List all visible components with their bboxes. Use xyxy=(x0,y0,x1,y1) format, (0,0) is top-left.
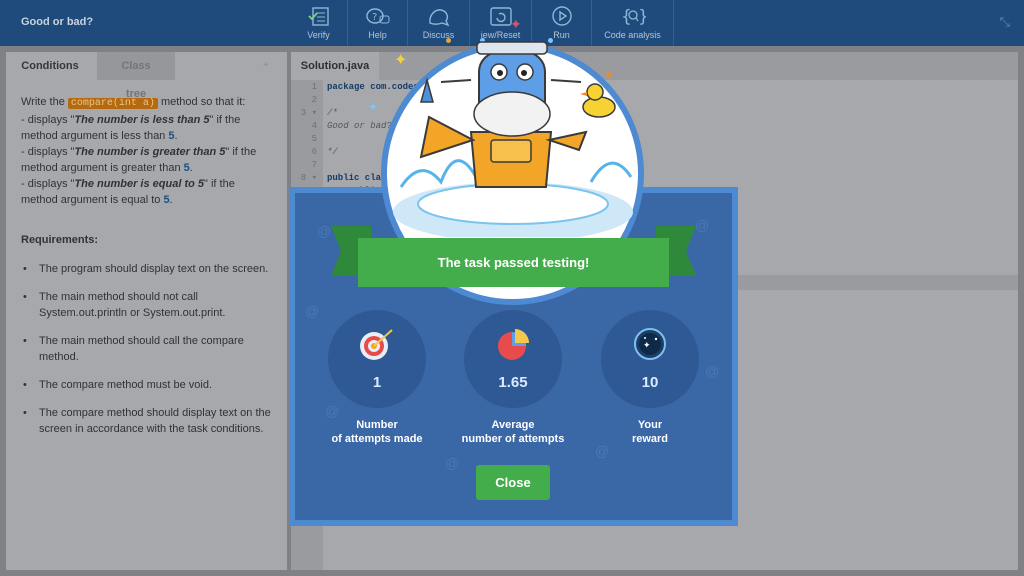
condition-greater: - displays "The number is greater than 5… xyxy=(21,144,272,176)
stat-label-line: number of attempts xyxy=(461,433,565,445)
requirement-item: The compare method must be void. xyxy=(21,377,272,393)
verify-icon xyxy=(307,7,329,26)
requirement-item: The program should display text on the s… xyxy=(21,261,272,277)
stat-value: 1.65 xyxy=(498,374,528,391)
code-line: 6 */ xyxy=(291,147,338,160)
condition-less: - displays "The number is less than 5" i… xyxy=(21,112,272,144)
decor-swirl: @ xyxy=(317,223,332,239)
close-button[interactable]: Close xyxy=(476,465,550,500)
stat-disc: 1.65 xyxy=(464,310,562,408)
condition-output-text: The number is less than 5 xyxy=(74,114,210,126)
code-line: 4 Good or bad? xyxy=(291,121,392,134)
target-icon xyxy=(360,329,393,360)
stat-reward: ✦ 10 Your reward xyxy=(580,310,720,446)
code-text: */ xyxy=(327,147,338,157)
sparkle-icon: ✦ xyxy=(510,16,522,32)
stat-attempts: 1 Number of attempts made xyxy=(307,310,447,446)
line-number: 5 xyxy=(311,134,317,144)
line-number: 8 ▾ xyxy=(300,173,317,183)
stat-label: Your reward xyxy=(580,418,720,446)
conditions-intro: Write the compare(int a) method so that … xyxy=(21,94,272,112)
task-title: Good or bad? xyxy=(21,16,94,28)
code-line: 5 xyxy=(291,134,327,147)
stat-label: Average number of attempts xyxy=(443,418,583,446)
stat-disc: ✦ 10 xyxy=(601,310,699,408)
stat-label-line: reward xyxy=(631,433,669,445)
requirements-title: Requirements: xyxy=(21,234,99,246)
success-banner: The task passed testing! xyxy=(358,238,669,287)
code-line: 7 xyxy=(291,160,327,173)
task-conditions: Write the compare(int a) method so that … xyxy=(6,80,287,437)
code-line: 8 ▾ public cla xyxy=(291,173,381,186)
condition-equal: - displays "The number is equal to 5" if… xyxy=(21,176,272,208)
line-number: 3 ▾ xyxy=(300,108,317,118)
condition-text: - displays " xyxy=(21,114,75,126)
tab-class-tree[interactable]: Class tree xyxy=(97,52,175,100)
sparkle-icon: ✦ xyxy=(604,68,615,82)
stat-label-line: Number xyxy=(356,419,398,431)
dark-matter-icon: ✦ xyxy=(634,328,666,360)
stat-average: 1.65 Average number of attempts xyxy=(443,310,583,446)
stat-value: 10 xyxy=(641,374,659,391)
collapse-icon[interactable]: ⤡ xyxy=(1000,14,1010,30)
stat-label-line: Average xyxy=(491,419,535,431)
condition-text: - displays " xyxy=(21,146,75,158)
line-number: 1 xyxy=(311,82,317,92)
stat-disc: 1 xyxy=(328,310,426,408)
tab-solution-java[interactable]: Solution.java xyxy=(291,52,379,80)
condition-period: . xyxy=(189,162,193,174)
condition-output-text: The number is greater than 5 xyxy=(74,146,226,158)
verify-label: Verify xyxy=(307,30,330,40)
decor-swirl: @ xyxy=(695,217,710,233)
pie-chart-icon xyxy=(498,329,529,360)
code-text: public cla xyxy=(327,173,382,183)
robot-mascot-illustration xyxy=(393,41,633,237)
stat-label-line: of attempts made xyxy=(331,433,423,445)
left-tabs: Conditions Class tree + xyxy=(6,52,287,100)
condition-text: - displays " xyxy=(21,178,75,190)
stat-label-line: Your xyxy=(637,419,663,431)
requirement-item: The compare method should display text o… xyxy=(21,405,272,437)
line-number: 4 xyxy=(311,121,317,131)
condition-output-text: The number is equal to 5 xyxy=(74,178,204,190)
line-number: 6 xyxy=(311,147,317,157)
condition-period: . xyxy=(174,130,178,142)
stat-label: Number of attempts made xyxy=(307,418,447,446)
code-text: /* xyxy=(327,108,338,118)
requirements-list: The program should display text on the s… xyxy=(21,261,272,437)
left-panel: Conditions Class tree + Write the compar… xyxy=(6,52,287,570)
sparkle-icon: ✦ xyxy=(368,100,379,114)
stat-value: 1 xyxy=(372,374,382,391)
requirement-item: The main method should not call System.o… xyxy=(21,289,272,321)
condition-period: . xyxy=(169,194,173,206)
verify-button[interactable]: Verify xyxy=(290,0,348,46)
add-tab-icon[interactable]: + xyxy=(263,52,287,80)
code-line: 2 xyxy=(291,95,327,108)
decor-swirl: @ xyxy=(445,455,460,471)
method-chip: compare(int a) xyxy=(67,98,158,109)
line-number: 2 xyxy=(311,95,317,105)
tab-conditions[interactable]: Conditions xyxy=(6,52,94,80)
svg-text:?: ? xyxy=(372,12,377,23)
sparkle-icon: ✦ xyxy=(394,52,408,69)
svg-text:✦: ✦ xyxy=(643,341,651,351)
intro-text-after: method so that it: xyxy=(157,96,246,108)
intro-text: Write the xyxy=(21,96,68,108)
code-line: 3 ▾ /* xyxy=(291,108,338,121)
requirement-item: The main method should call the compare … xyxy=(21,333,272,365)
line-number: 7 xyxy=(311,160,317,170)
